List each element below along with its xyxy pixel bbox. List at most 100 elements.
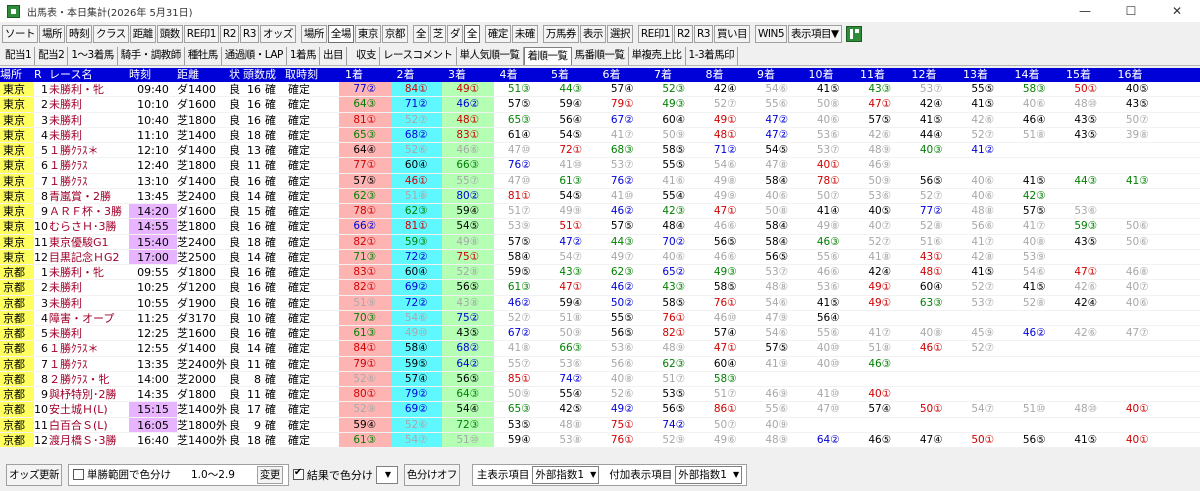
column-header-18[interactable]: 10着 <box>803 68 855 82</box>
tab-14[interactable]: 1-3着馬印 <box>686 46 739 65</box>
close-button[interactable]: ✕ <box>1154 0 1200 22</box>
toolbar-button-12[interactable]: 東京 <box>354 25 381 43</box>
toolbar-button-11[interactable]: 全場 <box>327 25 354 43</box>
column-header-17[interactable]: 9着 <box>751 68 803 82</box>
toolbar-button-9[interactable]: オッズ <box>259 25 296 43</box>
table-row[interactable]: 京都 1 未勝利・牝 09:55 ダ1800 良 16 確確定 83① 60④ 52⑧ 59⑤ 43③ 6… <box>0 265 1200 281</box>
table-row[interactable]: 東京 9 ＡＲＦ杯・3勝 14:20 ダ1600 良 15 確確定 78① 62③ 59④ 51⑦ 49… <box>0 204 1200 220</box>
result-color-checkbox[interactable] <box>292 467 304 480</box>
table-row[interactable]: 京都 10 安土城Ｈ(L) 15:15 芝1400外良 17 確確定 52⑨ 69② 54④ 65③… <box>0 402 1200 418</box>
tab-13[interactable]: 単複売上比 <box>629 46 686 65</box>
table-row[interactable]: 東京 10 むらさＨ･3勝 14:55 芝1800 良 16 確確定 66② 81① 54⑤ 53⑨ 5… <box>0 219 1200 235</box>
column-header-9[interactable]: 1着 <box>339 68 391 82</box>
tab-10[interactable]: 単人気順一覧 <box>457 46 524 65</box>
tab-2[interactable]: 1～3着馬 <box>68 46 118 65</box>
toolbar-button-10[interactable]: 場所 <box>300 25 327 43</box>
column-header-21[interactable]: 13着 <box>957 68 1009 82</box>
toolbar-button-18[interactable]: 確定 <box>484 25 511 43</box>
tab-7[interactable]: 出目 <box>320 46 348 65</box>
table-row[interactable]: 東京 11 東京優駿G1 15:40 芝2400 良 18 確確定 82① 59③ 49⑧ 57⑤ 47… <box>0 234 1200 250</box>
toolbar-button-13[interactable]: 京都 <box>381 25 408 43</box>
tab-12[interactable]: 馬番順一覧 <box>572 46 629 65</box>
column-header-15[interactable]: 7着 <box>648 68 700 82</box>
toolbar-button-8[interactable]: R3 <box>239 25 259 43</box>
toolbar-button-4[interactable]: 距離 <box>129 25 156 43</box>
column-header-19[interactable]: 11着 <box>854 68 906 82</box>
color-off-button[interactable]: 色分けオフ <box>403 463 460 486</box>
toolbar-button-24[interactable]: R2 <box>674 25 693 43</box>
flag-icon[interactable] <box>845 26 862 42</box>
column-header-1[interactable]: R <box>34 68 49 82</box>
toolbar-button-26[interactable]: 買い目 <box>713 25 750 43</box>
column-header-16[interactable]: 8着 <box>700 68 752 82</box>
table-row[interactable]: 東京 4 未勝利 11:10 芝1400 良 18 確確定 65③ 68② 83① 61④ 54⑤ 41⑦… <box>0 127 1200 143</box>
column-header-24[interactable]: 16着 <box>1112 68 1164 82</box>
column-header-5[interactable]: 状 <box>229 68 243 82</box>
column-header-3[interactable]: 時刻 <box>129 68 177 82</box>
tab-5[interactable]: 通過順・LAP <box>222 46 287 65</box>
table-row[interactable]: 東京 8 青嵐賞・2勝 13:45 芝2400 良 14 確確定 62③ 51⑧ 80② 81① 54⑤… <box>0 188 1200 204</box>
toolbar-button-6[interactable]: RE印1 <box>183 25 219 43</box>
toolbar-button-21[interactable]: 表示 <box>579 25 606 43</box>
toolbar-button-5[interactable]: 頭数 <box>156 25 183 43</box>
tab-9[interactable]: レースコメント <box>380 46 457 65</box>
tab-1[interactable]: 配当2 <box>35 46 69 65</box>
result-color-combo[interactable]: ▼ <box>375 465 398 484</box>
table-row[interactable]: 東京 3 未勝利 10:40 芝1800 良 16 確確定 81① 52⑦ 48① 65③ 56④ 67②… <box>0 112 1200 128</box>
column-header-2[interactable]: レース名 <box>49 68 129 82</box>
toolbar-button-19[interactable]: 未確 <box>511 25 538 43</box>
maximize-button[interactable]: ☐ <box>1108 0 1154 22</box>
toolbar-button-1[interactable]: 場所 <box>39 25 65 43</box>
column-header-11[interactable]: 3着 <box>442 68 494 82</box>
table-row[interactable]: 東京 12 目黒記念ＨG2 17:00 芝2500 良 14 確確定 71③ 72② 75① 58④ 5… <box>0 249 1200 265</box>
toolbar-button-3[interactable]: クラス <box>93 25 129 43</box>
column-header-13[interactable]: 5着 <box>545 68 597 82</box>
table-row[interactable]: 京都 5 未勝利 12:25 芝1600 良 16 確確定 61③ 49⑩ 43⑤ 67② 50⑨ 56⑤… <box>0 326 1200 342</box>
toolbar-button-22[interactable]: 選択 <box>606 25 633 43</box>
toolbar-button-2[interactable]: 時刻 <box>66 25 92 43</box>
table-row[interactable]: 東京 2 未勝利 10:10 ダ1600 良 16 確確定 64③ 71② 46② 57⑤ 59④ 79①… <box>0 97 1200 113</box>
tab-4[interactable]: 種牡馬 <box>185 46 222 65</box>
toolbar-button-28[interactable]: 表示項目▼ <box>788 25 842 43</box>
table-row[interactable]: 京都 11 白百合Ｓ(L) 16:05 芝1800外良 9 確確定 59④ 52⑥ 72③ 53⑤ 4… <box>0 417 1200 433</box>
table-row[interactable]: 京都 4 障害・オープ 11:25 ダ3170 良 10 確確定 70③ 54⑥ 75② 52⑦ 51⑧… <box>0 310 1200 326</box>
column-header-20[interactable]: 12着 <box>906 68 958 82</box>
toolbar-button-14[interactable]: 全 <box>412 25 429 43</box>
column-header-4[interactable]: 距離 <box>177 68 229 82</box>
table-row[interactable]: 京都 9 與杼特別･2勝 14:35 ダ1800 良 11 確確定 80① 79② 64③ 50⑨ 55… <box>0 387 1200 403</box>
toolbar-button-23[interactable]: RE印1 <box>637 25 674 43</box>
table-row[interactable]: 東京 5 １勝ｸﾗｽ＊ 12:10 ダ1400 良 13 確確定 64④ 52⑥ 46⑥ 47⑩ 72①… <box>0 143 1200 159</box>
change-button[interactable]: 変更 <box>256 465 283 484</box>
column-header-6[interactable]: 頭数 <box>243 68 265 82</box>
range-color-checkbox[interactable] <box>73 469 84 480</box>
table-row[interactable]: 京都 2 未勝利 10:25 ダ1200 良 16 確確定 82① 69② 56⑤ 61③ 47① 46②… <box>0 280 1200 296</box>
toolbar-button-15[interactable]: 芝 <box>429 25 446 43</box>
column-header-7[interactable]: 成 <box>265 68 285 82</box>
table-row[interactable]: 京都 3 未勝利 10:55 ダ1900 良 16 確確定 51⑨ 72② 43⑧ 46② 59④ 50②… <box>0 295 1200 311</box>
toolbar-button-25[interactable]: R3 <box>694 25 713 43</box>
table-row[interactable]: 京都 6 １勝ｸﾗｽ＊ 12:55 ダ1400 良 14 確確定 84① 58④ 68② 41⑧ 66③… <box>0 341 1200 357</box>
table-row[interactable]: 東京 6 １勝ｸﾗｽ 12:40 芝1800 良 11 確確定 77① 60④ 66③ 76② 41⑩ 5… <box>0 158 1200 174</box>
table-row[interactable]: 東京 1 未勝利・牝 09:40 ダ1400 良 16 確確定 77② 84① 49① 51③ 44③ 5… <box>0 82 1200 98</box>
minimize-button[interactable]: — <box>1062 0 1108 22</box>
tab-0[interactable]: 配当1 <box>2 46 36 65</box>
sub-item-select[interactable]: 外部指数1 ▼ <box>675 465 743 484</box>
toolbar-button-16[interactable]: ダ <box>446 25 463 43</box>
table-row[interactable]: 京都 7 １勝ｸﾗｽ 13:35 芝2400外良 11 確確定 79① 59⑤ 64② 55⑦ 53⑥… <box>0 356 1200 372</box>
toolbar-button-27[interactable]: WIN5 <box>754 25 787 43</box>
table-row[interactable]: 京都 12 渡月橋Ｓ･3勝 16:40 芝1400外良 18 確確定 61③ 54⑦ 51⑩ 59④… <box>0 432 1200 448</box>
tab-11[interactable]: 着順一覧 <box>523 46 572 65</box>
tab-8[interactable]: 収支 <box>353 46 381 65</box>
toolbar-button-20[interactable]: 万馬券 <box>542 25 579 43</box>
table-row[interactable]: 東京 7 １勝ｸﾗｽ 13:10 ダ1400 良 16 確確定 57⑤ 46① 55⑦ 47⑩ 61③ 7… <box>0 173 1200 189</box>
toolbar-button-7[interactable]: R2 <box>219 25 239 43</box>
column-header-0[interactable]: 場所 <box>0 68 34 82</box>
column-header-8[interactable]: 取時刻 <box>285 68 339 82</box>
column-header-22[interactable]: 14着 <box>1009 68 1061 82</box>
table-row[interactable]: 京都 8 ２勝ｸﾗｽ・牝 14:00 芝2000 良 8 確確定 52⑥ 57④ 56⑤ 85① 74②… <box>0 371 1200 387</box>
column-header-23[interactable]: 15着 <box>1060 68 1112 82</box>
main-item-select[interactable]: 外部指数1 ▼ <box>532 465 600 484</box>
toolbar-button-17[interactable]: 全 <box>463 25 480 43</box>
tab-3[interactable]: 騎手・調教師 <box>118 46 185 65</box>
column-header-14[interactable]: 6着 <box>597 68 649 82</box>
